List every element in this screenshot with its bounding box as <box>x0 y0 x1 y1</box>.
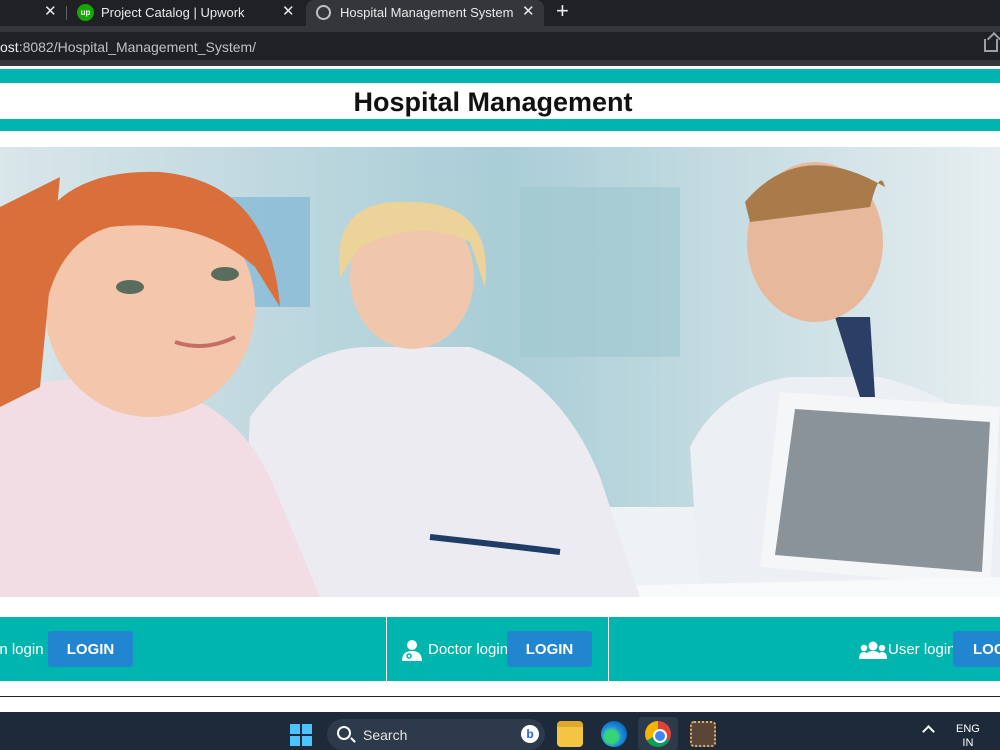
region-code: IN <box>962 737 974 749</box>
user-login-label: User login <box>888 641 956 658</box>
footer-divider <box>0 696 1000 697</box>
chrome-browser-icon[interactable] <box>645 721 671 747</box>
file-explorer-icon[interactable] <box>557 721 583 747</box>
tab-divider <box>66 6 67 20</box>
close-icon[interactable]: ✕ <box>522 2 535 20</box>
login-separator <box>386 617 387 681</box>
search-icon <box>337 726 351 740</box>
admin-login-button[interactable]: LOGIN <box>48 631 133 667</box>
upwork-favicon-icon: up <box>77 4 94 21</box>
browser-tab-strip: ✕ up Project Catalog | Upwork ✕ Hospital… <box>0 0 1000 26</box>
doctor-login-button[interactable]: LOGIN <box>507 631 592 667</box>
hero-image <box>0 147 1000 597</box>
url-field[interactable]: ost:8082/Hospital_Management_System/ <box>0 32 1000 60</box>
tab-hospital-management[interactable]: Hospital Management System ✕ <box>306 0 544 26</box>
web-page: Hospital Management in login LOGIN Docto… <box>0 66 1000 712</box>
users-icon <box>859 641 887 659</box>
tab-previous[interactable]: ✕ <box>0 0 60 26</box>
bing-icon[interactable]: b <box>521 725 539 743</box>
url-text: ost:8082/Hospital_Management_System/ <box>0 39 256 55</box>
language-code: ENG <box>956 723 980 735</box>
doctor-login-label: Doctor login <box>428 641 509 658</box>
page-title: Hospital Management <box>353 87 633 117</box>
tab-title: Hospital Management System <box>340 5 514 20</box>
user-login-button[interactable]: LOG <box>953 631 1000 667</box>
language-indicator[interactable]: ENG IN <box>956 722 980 750</box>
address-bar: ost:8082/Hospital_Management_System/ <box>0 26 1000 66</box>
header-top-bar <box>0 69 1000 83</box>
globe-icon <box>316 5 331 20</box>
url-path: :8082/Hospital_Management_System/ <box>18 39 257 55</box>
close-icon[interactable]: ✕ <box>44 2 57 20</box>
taskbar: Search b ENG IN <box>0 712 1000 750</box>
url-host: ost <box>0 39 19 55</box>
login-separator <box>608 617 609 681</box>
chevron-up-icon[interactable] <box>922 725 935 738</box>
taskbar-search[interactable]: Search b <box>327 719 545 750</box>
close-icon[interactable]: ✕ <box>282 2 295 20</box>
header-bottom-bar <box>0 119 1000 131</box>
new-tab-button[interactable]: + <box>556 0 569 22</box>
edge-browser-icon[interactable] <box>601 721 627 747</box>
login-strip: in login LOGIN Doctor login LOGIN User l… <box>0 617 1000 681</box>
search-placeholder: Search <box>363 727 408 743</box>
tab-title: Project Catalog | Upwork <box>101 5 245 20</box>
app-icon[interactable] <box>690 721 716 747</box>
admin-login-label: in login <box>0 641 44 658</box>
share-icon[interactable] <box>984 39 998 52</box>
medical-staff-photo <box>0 147 1000 597</box>
tab-upwork[interactable]: up Project Catalog | Upwork ✕ <box>68 0 304 26</box>
doctor-icon <box>402 640 422 661</box>
windows-start-icon[interactable] <box>290 724 312 746</box>
